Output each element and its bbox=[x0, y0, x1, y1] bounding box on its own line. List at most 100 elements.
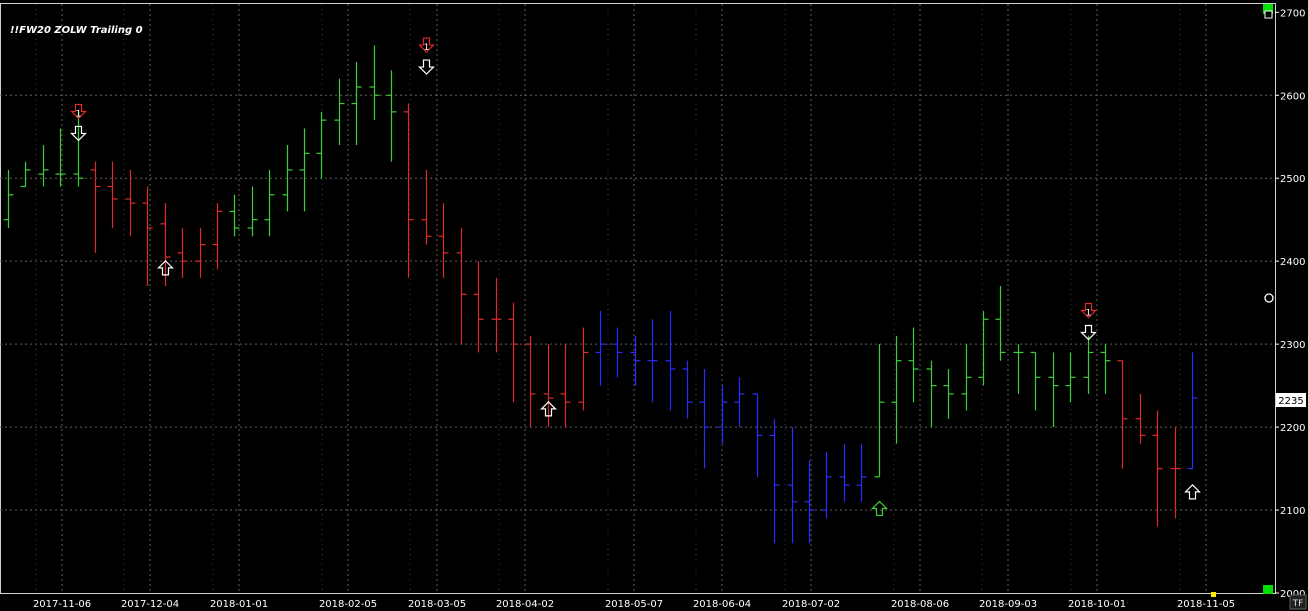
ohlc-bar bbox=[647, 319, 658, 403]
x-tick-label: 2017-12-04 bbox=[121, 599, 179, 610]
ohlc-bar bbox=[787, 427, 798, 544]
ohlc-bar bbox=[734, 377, 745, 428]
ohlc-bar bbox=[612, 327, 623, 378]
y-tick-label: 2400 bbox=[1280, 257, 1305, 268]
x-tick-label: 2018-09-03 bbox=[979, 599, 1037, 610]
ohlc-bar bbox=[1100, 344, 1111, 394]
ohlc-bar bbox=[839, 443, 850, 502]
ohlc-bar bbox=[229, 194, 240, 237]
ohlc-bar bbox=[316, 111, 327, 179]
x-axis: 2017-11-06 2017-12-04 2018-01-01 2018-02-05… bbox=[33, 599, 1235, 610]
ohlc-bar bbox=[73, 111, 84, 187]
sell-signal-icon: 1 bbox=[418, 37, 435, 75]
bottom-scroll-marker[interactable] bbox=[1263, 585, 1273, 594]
ohlc-bar bbox=[1065, 352, 1076, 403]
x-tick-label: 2018-04-02 bbox=[496, 599, 554, 610]
y-tick-label: 2500 bbox=[1280, 174, 1305, 185]
right-panel-markers bbox=[1211, 4, 1274, 597]
ohlc-bar bbox=[578, 327, 589, 411]
ohlc-bar bbox=[525, 335, 536, 428]
ohlc-bar bbox=[491, 277, 502, 353]
x-tick-label: 2018-03-05 bbox=[408, 599, 466, 610]
ohlc-bar bbox=[856, 443, 867, 502]
tf-label: TF bbox=[1292, 599, 1304, 609]
ohlc-bar bbox=[1170, 427, 1181, 519]
ohlc-bar bbox=[821, 451, 832, 519]
ohlc-bar bbox=[682, 360, 693, 419]
ohlc-bar bbox=[369, 45, 380, 121]
ohlc-bar bbox=[264, 169, 275, 237]
x-tick-label: 2018-07-02 bbox=[782, 599, 840, 610]
svg-text:1: 1 bbox=[1086, 309, 1092, 319]
ohlc-bar bbox=[978, 310, 989, 386]
ohlc-bar bbox=[177, 227, 188, 278]
ohlc-bar bbox=[299, 128, 310, 212]
ohlc-bar bbox=[630, 335, 641, 386]
ohlc-bar bbox=[20, 161, 31, 188]
ohlc-bar bbox=[386, 70, 397, 162]
ohlc-bar bbox=[717, 385, 728, 444]
ohlc-bar bbox=[125, 169, 136, 237]
y-tick-label: 2200 bbox=[1280, 423, 1305, 434]
ohlc-bar bbox=[107, 161, 118, 228]
ohlc-bar bbox=[421, 169, 432, 245]
ohlc-bar bbox=[1048, 352, 1059, 428]
ohlc-bar bbox=[195, 227, 206, 278]
footer-corner: TF bbox=[1289, 594, 1307, 610]
y-tick-label: 2300 bbox=[1280, 340, 1305, 351]
ohlc-bar bbox=[874, 344, 885, 478]
ohlc-bar bbox=[926, 360, 937, 428]
y-tick-label: 2600 bbox=[1280, 91, 1305, 102]
ohlc-bar bbox=[804, 460, 815, 544]
x-tick-label: 2017-11-06 bbox=[33, 599, 91, 610]
ohlc-bar bbox=[1030, 351, 1041, 411]
sell-signal-icon: 1 bbox=[1080, 302, 1097, 341]
grid bbox=[0, 3, 1276, 594]
buy-signal-icon bbox=[1184, 484, 1201, 500]
ohlc-bar bbox=[473, 261, 484, 353]
time-cursor-marker[interactable] bbox=[1211, 592, 1216, 597]
y-axis: 20002100220023002400250026002700 bbox=[1275, 8, 1305, 600]
ohlc-bar bbox=[769, 418, 780, 544]
ohlc-bar bbox=[212, 203, 223, 270]
chart-title: !!FW20 ZOLW Trailing 0 bbox=[10, 25, 143, 36]
ohlc-bar bbox=[142, 186, 153, 287]
ohlc-bar bbox=[752, 393, 763, 477]
maximize-icon[interactable] bbox=[1264, 10, 1273, 19]
ohlc-bar bbox=[595, 310, 606, 386]
y-tick-label: 2700 bbox=[1280, 8, 1305, 19]
ohlc-bar bbox=[943, 369, 954, 419]
ohlc-bar bbox=[1117, 360, 1128, 469]
ohlc-bar bbox=[351, 62, 362, 146]
ohlc-bar bbox=[456, 227, 467, 345]
signal-arrows: 1 1 1 bbox=[70, 37, 1201, 517]
last-price-label: 2235 bbox=[1276, 393, 1306, 407]
ohlc-bar bbox=[1135, 393, 1146, 444]
ohlc-bar bbox=[699, 369, 710, 469]
ohlc-bar bbox=[560, 344, 571, 428]
svg-text:1: 1 bbox=[76, 109, 82, 119]
ohlc-bar bbox=[961, 344, 972, 411]
svg-text:1: 1 bbox=[424, 43, 430, 53]
ohlc-bar bbox=[247, 186, 258, 237]
ohlc-bar bbox=[1187, 352, 1198, 470]
ohlc-bar bbox=[908, 327, 919, 403]
ohlc-bar bbox=[334, 78, 345, 146]
x-tick-label: 2018-11-05 bbox=[1177, 599, 1235, 610]
ohlc-bar bbox=[1013, 344, 1024, 394]
ohlc-bar bbox=[995, 286, 1006, 361]
plot-frame bbox=[0, 3, 1276, 594]
x-tick-label: 2018-02-05 bbox=[319, 599, 377, 610]
ohlc-bar bbox=[403, 103, 414, 278]
ohlc-bar bbox=[665, 310, 676, 411]
scale-handle-icon[interactable] bbox=[1264, 293, 1274, 303]
buy-signal-icon bbox=[871, 500, 888, 517]
chart-canvas: 111 !!FW20 ZOLW Trailing 0 2000210022002… bbox=[0, 3, 1307, 610]
ohlc-bar bbox=[90, 161, 101, 253]
ohlc-bar bbox=[438, 203, 449, 278]
y-tick-label: 2100 bbox=[1280, 506, 1305, 517]
x-tick-label: 2018-05-07 bbox=[605, 599, 663, 610]
ohlc-bar bbox=[1152, 410, 1163, 527]
price-bars bbox=[3, 45, 1198, 544]
x-tick-label: 2018-08-06 bbox=[891, 599, 949, 610]
